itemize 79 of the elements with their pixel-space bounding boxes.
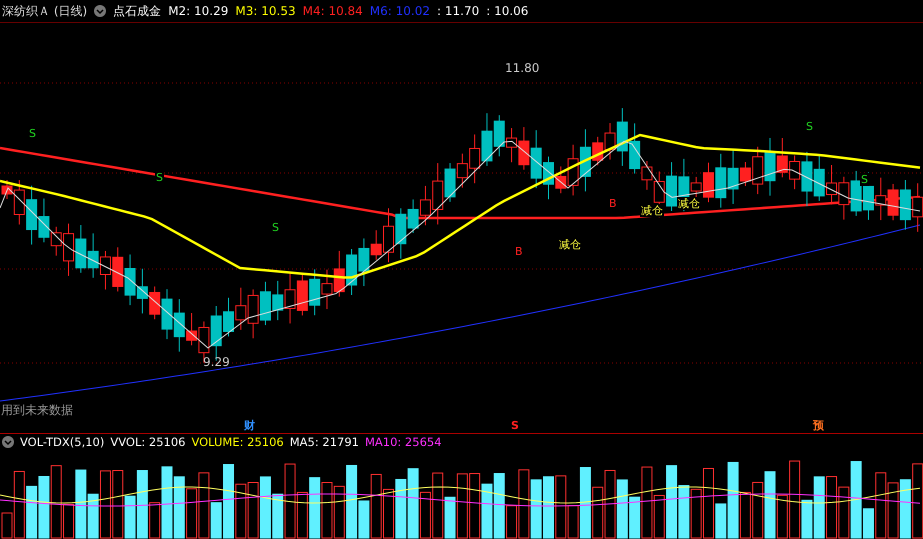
candlestick: [469, 134, 480, 184]
volume-bar: [395, 478, 406, 538]
volume-bar: [481, 484, 492, 538]
candlestick: [321, 269, 332, 310]
low-price-label: 9.29: [203, 355, 230, 369]
future-data-notice: 用到未来数据: [1, 402, 73, 419]
volume-bar: [26, 486, 38, 538]
buy-signal-marker: B: [514, 245, 524, 258]
indicator-reading: M2: 10.29: [168, 4, 228, 18]
candlestick: [223, 297, 234, 337]
sell-signal-marker: S: [860, 173, 869, 186]
indicator-reading: : 10.06: [486, 4, 528, 18]
volume-bar: [174, 476, 185, 538]
volume-indicator-name: VOL-TDX(5,10): [20, 435, 104, 449]
dropdown-icon[interactable]: [94, 5, 106, 17]
candlestick: [235, 287, 246, 330]
candlestick: [296, 274, 308, 316]
candlestick: [715, 153, 726, 208]
candlestick: [530, 130, 542, 189]
candlestick: [850, 170, 862, 216]
event-marker[interactable]: S: [510, 419, 520, 432]
candlestick: [309, 268, 320, 316]
candlestick: [456, 153, 468, 188]
candlestick: [666, 162, 678, 212]
reduce-signal-marker: 减仓: [677, 197, 701, 210]
sell-signal-marker: S: [155, 171, 164, 184]
candlestick: [814, 154, 825, 202]
candlestick: [862, 172, 874, 220]
candlestick: [124, 254, 136, 306]
candlestick: [481, 112, 492, 166]
candlestick: [838, 176, 850, 220]
volume-reading: VVOL: 25106: [110, 435, 186, 449]
candlestick: [136, 268, 148, 314]
candlestick: [88, 232, 99, 278]
volume-bar: [309, 477, 320, 538]
volume-bar: [678, 485, 690, 538]
candlestick: [284, 271, 296, 324]
reduce-signal-marker: 减仓: [558, 238, 582, 251]
candlestick: [888, 183, 899, 221]
candlestick: [272, 280, 284, 321]
volume-bar: [543, 476, 554, 538]
indicator-reading: M6: 10.02: [370, 4, 430, 18]
volume-reading: MA5: 21791: [290, 435, 359, 449]
candlestick: [506, 128, 518, 163]
candlestick: [826, 164, 838, 206]
candlestick: [26, 185, 38, 246]
event-marker[interactable]: 财: [243, 419, 256, 432]
indicator-reading: M4: 10.84: [302, 4, 363, 18]
volume-bar: [38, 476, 50, 538]
candlestick: [248, 288, 259, 339]
candlestick: [346, 248, 358, 296]
volume-bar: [900, 479, 911, 538]
candlestick: [875, 177, 886, 221]
volume-bar: [616, 479, 628, 538]
volume-bar: [260, 476, 271, 538]
indicator-name: 点石成金: [113, 2, 162, 20]
sell-signal-marker: S: [271, 221, 280, 234]
sell-signal-marker: S: [805, 120, 814, 133]
event-marker[interactable]: 预: [812, 419, 825, 432]
volume-bar: [530, 479, 542, 538]
volume-reading: MA10: 25654: [364, 435, 442, 449]
candlestick: [702, 162, 714, 203]
high-price-label: 11.80: [505, 61, 540, 75]
candlestick: [260, 281, 271, 326]
stock-title: 深纺织Ａ (日线): [2, 2, 88, 20]
candlestick: [75, 224, 86, 274]
sell-signal-marker: S: [28, 127, 37, 140]
candlestick: [900, 179, 911, 230]
indicator-reading: M3: 10.53: [235, 4, 296, 18]
dropdown-icon[interactable]: [2, 436, 14, 448]
candlestick: [334, 250, 345, 298]
candlestick: [112, 246, 124, 292]
volume-reading: VOLUME: 25106: [191, 435, 284, 449]
candlestick: [100, 250, 111, 290]
reduce-signal-marker: 减仓: [640, 204, 664, 217]
candlestick: [518, 126, 530, 170]
buy-signal-marker: B: [608, 197, 618, 210]
indicator-reading: : 11.70: [437, 4, 480, 18]
candlestick: [494, 114, 505, 157]
